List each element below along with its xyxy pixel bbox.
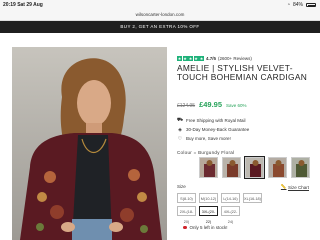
wifi-icon: ◔ (286, 2, 290, 8)
truck-icon: ⛟ (176, 117, 184, 123)
star-icon: ★ (182, 56, 188, 61)
battery-icon (306, 3, 316, 7)
feature-bundle: ♡ Buy more, Save more! (177, 134, 249, 143)
stock-notice: Only 5 left in stock! (183, 225, 228, 230)
colour-swatches (199, 156, 310, 179)
url-text[interactable]: wilsoncarter-london.com (0, 12, 320, 17)
colour-swatch-selected[interactable] (244, 156, 265, 179)
feature-guarantee: ◈ 30-Day Money-Back Guarantee (177, 125, 249, 134)
price-now: £49.95 (199, 100, 223, 109)
status-bar: 20:19 Sat 29 Aug ◔ 84% (0, 0, 320, 9)
stock-dot-icon (183, 225, 187, 230)
feature-shipping: ⛟ Free Shipping with Royal Mail (177, 116, 249, 125)
star-icon: ★ (193, 56, 199, 61)
star-icon: ★ (199, 56, 204, 61)
colour-swatch[interactable] (222, 157, 241, 178)
star-icon: ★ (188, 56, 193, 61)
rating-value: 4.7/5 (206, 56, 217, 61)
size-option[interactable]: 4XL(22-24) (221, 206, 240, 224)
colour-swatch[interactable] (268, 157, 287, 178)
feature-text: 30-Day Money-Back Guarantee (186, 127, 250, 132)
size-option[interactable]: 2XL(18-20) (177, 206, 196, 224)
star-icon: ★ (177, 56, 182, 61)
size-label: Size (177, 184, 186, 189)
product-image[interactable] (12, 47, 167, 240)
star-rating: ★ ★ ★ ★ ★ (177, 56, 204, 61)
price-save: Save 60% (226, 103, 247, 108)
product-info: ★ ★ ★ ★ ★ 4.7/5 (2600+ Reviews) AMELIE |… (177, 56, 317, 83)
rating-row[interactable]: ★ ★ ★ ★ ★ 4.7/5 (2600+ Reviews) (177, 56, 317, 61)
size-option[interactable]: M(10-12) (199, 193, 218, 203)
review-count[interactable]: (2600+ Reviews) (218, 56, 252, 61)
price-row: £124.95 £49.95 Save 60% (177, 100, 247, 109)
product-title: AMELIE | STYLISH VELVET-TOUCH BOHEMIAN C… (177, 63, 308, 83)
size-option[interactable]: XL(16-18) (243, 193, 262, 203)
size-chart-text[interactable]: Size Chart (288, 185, 309, 190)
address-bar[interactable]: wilsoncarter-london.com (0, 9, 320, 21)
feature-text: Buy more, Save more! (186, 136, 231, 141)
status-time: 20:19 Sat 29 Aug (3, 2, 43, 8)
battery-percent: 84% (292, 2, 303, 8)
feature-list: ⛟ Free Shipping with Royal Mail ◈ 30-Day… (177, 116, 249, 143)
size-option[interactable]: S(8-10) (177, 193, 196, 203)
price-was: £124.95 (177, 103, 196, 109)
size-option[interactable]: L(14-16) (221, 193, 240, 203)
size-header: Size 📏 Size Chart (177, 184, 309, 190)
heart-icon: ♡ (177, 135, 183, 142)
colour-swatch[interactable] (291, 157, 310, 178)
guarantee-icon: ◈ (178, 126, 182, 133)
colour-swatch[interactable] (199, 157, 218, 178)
size-chart-link[interactable]: 📏 Size Chart (281, 184, 309, 190)
model-photo (12, 47, 167, 240)
stock-text: Only 5 left in stock! (189, 225, 228, 230)
size-option-selected[interactable]: 3XL(20-22) (199, 206, 218, 224)
size-options: S(8-10) M(10-12) L(14-16) XL(16-18) 2XL(… (177, 193, 277, 224)
colour-label: Colour = Burgundy Floral (177, 150, 235, 155)
promo-banner[interactable]: BUY 2, GET AN EXTRA 10% OFF (0, 21, 320, 33)
status-right: ◔ 84% (287, 2, 316, 8)
ruler-icon: 📏 (280, 184, 287, 189)
feature-text: Free Shipping with Royal Mail (186, 118, 246, 123)
